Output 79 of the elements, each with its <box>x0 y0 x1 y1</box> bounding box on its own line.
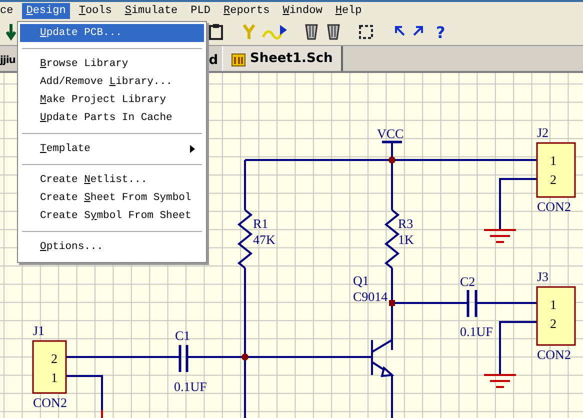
part-value: CON2 <box>537 347 571 362</box>
menu-item[interactable]: Create Netlist... <box>20 171 204 189</box>
wire <box>499 321 537 375</box>
part-value: 0.1UF <box>174 379 207 394</box>
document-tab[interactable]: Sheet1.Sch <box>222 46 343 71</box>
resistor-symbol <box>384 209 400 269</box>
menu-item-label: Create Netlist... <box>40 174 148 186</box>
part-label: C1 <box>175 328 190 343</box>
connector-body <box>536 286 576 346</box>
capacitor-symbol <box>178 344 188 374</box>
wire <box>476 302 537 304</box>
wave-icon[interactable] <box>262 23 288 42</box>
power-label: VCC <box>377 126 404 141</box>
part-label: J2 <box>537 125 549 140</box>
menu-item-label: Browse Library <box>40 58 128 70</box>
menu-item[interactable]: Create Symbol From Sheet <box>20 207 204 225</box>
menu-item[interactable]: Update Parts In Cache <box>20 109 204 127</box>
menu-item-label: Make Project Library <box>40 94 166 106</box>
pin-number: 1 <box>550 297 556 312</box>
pin-number: 2 <box>51 351 58 366</box>
mug-icon[interactable] <box>304 23 320 42</box>
transistor-symbol <box>371 339 394 378</box>
pin-number: 2 <box>550 316 556 331</box>
menu-item[interactable]: Options... <box>20 238 204 256</box>
menu-bar-item[interactable]: Window <box>278 2 326 19</box>
menu-item[interactable]: Template <box>20 140 204 158</box>
menu-bar-item[interactable]: Design <box>22 2 70 19</box>
part-value: C9014 <box>353 289 388 304</box>
menu-item[interactable]: Add/Remove Library... <box>20 73 204 91</box>
part-label: J1 <box>33 323 45 338</box>
part-value: 1K <box>398 232 414 247</box>
menu-bar-item[interactable]: PLD <box>186 2 214 19</box>
menu-item[interactable]: Update PCB... <box>20 24 204 42</box>
wire <box>499 178 537 230</box>
menu-item-label: Update PCB... <box>40 27 122 39</box>
connector-body <box>32 340 67 394</box>
menu-item-label: Add/Remove Library... <box>40 76 172 88</box>
mug-icon[interactable] <box>326 23 342 42</box>
menu-item-label: Options... <box>40 241 104 253</box>
ground-symbol <box>483 374 517 388</box>
capacitor-symbol <box>466 288 478 318</box>
tab-label: Sheet1.Sch <box>250 51 333 66</box>
part-value: CON2 <box>537 199 571 214</box>
part-label: R1 <box>253 216 268 231</box>
junction-dot <box>388 156 396 164</box>
part-label: C2 <box>460 274 476 289</box>
part-value: 47K <box>253 232 276 247</box>
part-label: R3 <box>398 216 414 231</box>
part-value: CON2 <box>33 395 67 410</box>
wire <box>391 375 393 418</box>
submenu-arrow-icon <box>190 145 196 153</box>
menu-item[interactable]: Create Sheet From Symbol <box>20 189 204 207</box>
tab-label: d <box>208 52 218 68</box>
menu-item-label: Create Symbol From Sheet <box>40 210 192 222</box>
pin-number: 2 <box>550 172 556 187</box>
junction-dot <box>242 354 248 360</box>
ground-symbol <box>483 229 517 243</box>
resistor-symbol <box>237 209 253 269</box>
menu-item[interactable]: Make Project Library <box>20 91 204 109</box>
sheet-icon <box>231 50 247 66</box>
menu-bar-item[interactable]: Help <box>331 2 366 19</box>
menu-item-label: Create Sheet From Symbol <box>40 192 192 204</box>
power-symbol <box>382 140 402 144</box>
menu-bar-item[interactable]: ce <box>0 2 18 19</box>
help-button[interactable]: ? <box>436 22 446 42</box>
menu-item-label: Update Parts In Cache <box>40 112 172 124</box>
pin-number: 1 <box>550 153 556 168</box>
part-value: 0.1UF <box>460 324 493 339</box>
menu-bar-item[interactable]: Reports <box>219 2 274 19</box>
menu-item[interactable]: Browse Library <box>20 55 204 73</box>
menu-bar-item[interactable]: Tools <box>74 2 116 19</box>
part-label: J3 <box>537 269 549 284</box>
clipboard-icon[interactable] <box>208 23 226 42</box>
part-label: Q1 <box>353 273 369 288</box>
select-box-icon[interactable] <box>358 23 374 42</box>
pin-number: 1 <box>51 370 58 385</box>
menu-bar-item[interactable]: Simulate <box>120 2 182 19</box>
menu-item-label: Template <box>40 143 90 155</box>
connector-body <box>536 142 576 198</box>
